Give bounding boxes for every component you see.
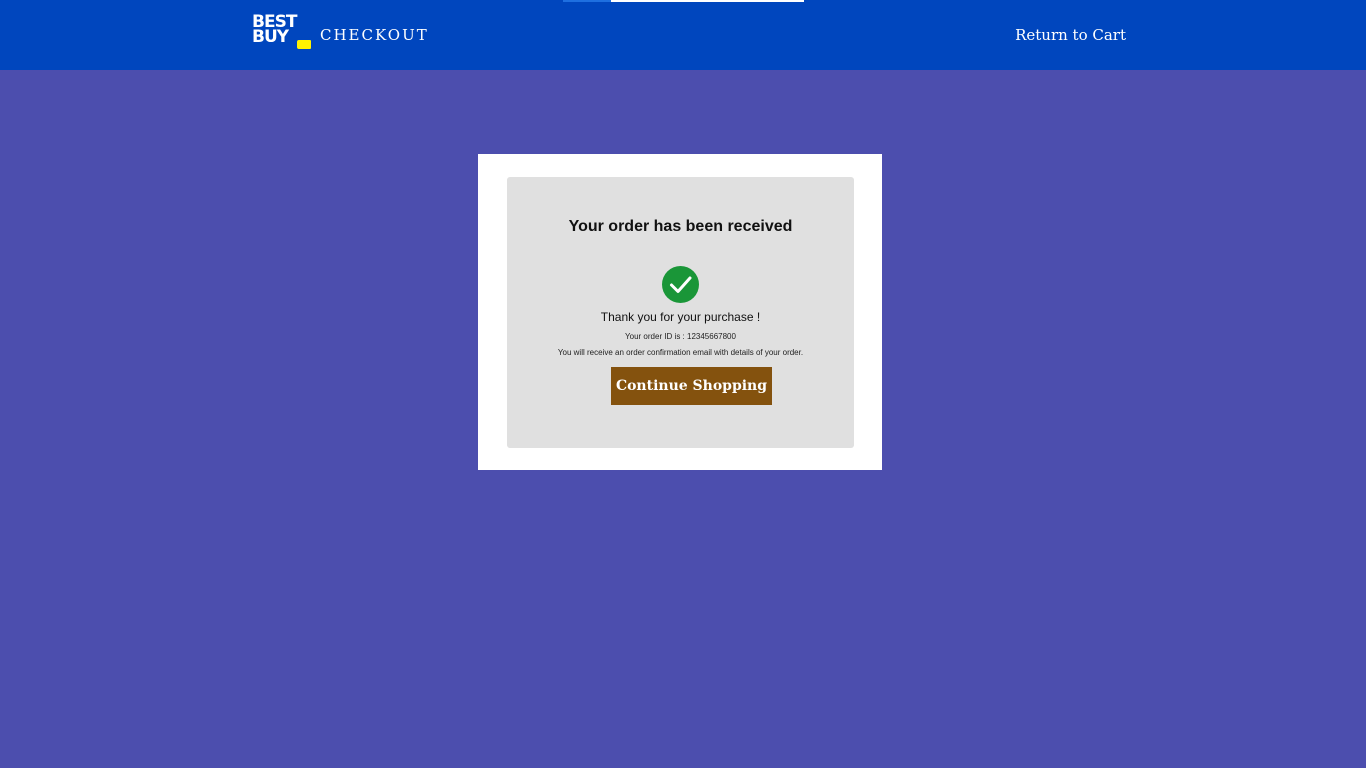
order-id-text: Your order ID is : 12345667800 — [625, 332, 736, 341]
return-to-cart-link[interactable]: Return to Cart — [1015, 26, 1126, 44]
confirmation-card: Your order has been received Thank you f… — [507, 177, 854, 448]
header-accent-segment — [563, 0, 611, 2]
check-circle-icon — [662, 266, 699, 303]
email-confirmation-note: You will receive an order confirmation e… — [557, 348, 804, 357]
best-buy-logo[interactable]: BEST BUY — [252, 14, 312, 51]
confirmation-title: Your order has been received — [568, 218, 793, 235]
thank-you-message: Thank you for your purchase ! — [600, 310, 761, 324]
order-confirmation-modal: Your order has been received Thank you f… — [478, 154, 882, 470]
continue-shopping-button[interactable]: Continue Shopping — [611, 367, 772, 405]
logo-tag-icon — [297, 40, 311, 49]
checkout-header: BEST BUY CHECKOUT Return to Cart — [0, 0, 1366, 70]
page-title: CHECKOUT — [320, 26, 429, 44]
